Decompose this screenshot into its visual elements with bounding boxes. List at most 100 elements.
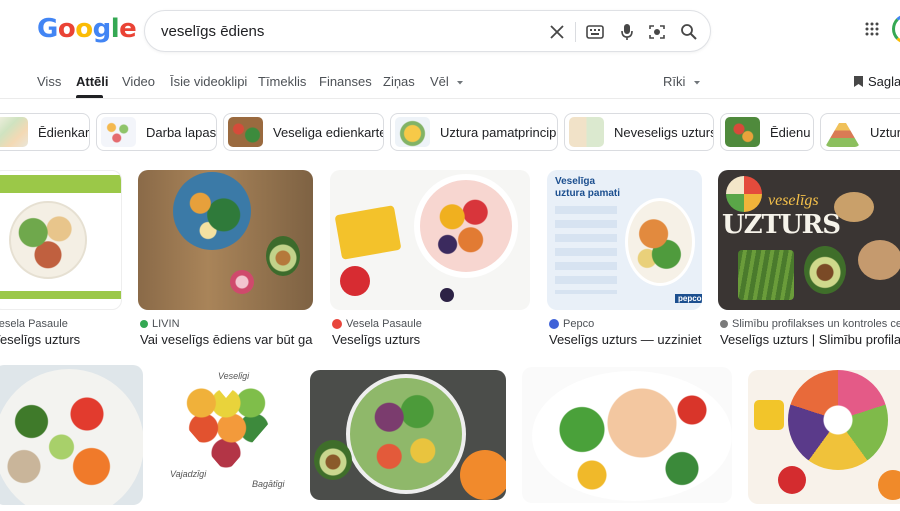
orange-illustration [878, 470, 900, 500]
saved-label: Saglab [868, 74, 900, 89]
chip-darba-lapas[interactable]: Darba lapas [96, 113, 217, 151]
chip-label: Veseliga edienkarte [273, 124, 384, 140]
google-images-results-page: Google veselīgs ēdiens Viss Attēli Video [0, 0, 900, 511]
salad-bowl-illustration [346, 374, 466, 494]
result-image[interactable] [748, 370, 900, 504]
chip-thumbnail [228, 117, 263, 147]
chip-label: Neveseligs uzturs [614, 124, 714, 140]
logo-letter: G [37, 14, 58, 44]
veggie-wheel-illustration [726, 176, 762, 212]
search-icon[interactable] [679, 22, 699, 42]
result-image[interactable] [138, 170, 313, 310]
chip-thumbnail [395, 117, 430, 147]
source-name: Slimību profilakses un kontroles centrs [732, 318, 900, 330]
search-divider [575, 22, 576, 42]
microphone-icon[interactable] [617, 22, 637, 42]
tab-finance[interactable]: Finanses [319, 74, 372, 89]
source-favicon [720, 320, 728, 328]
apps-grid-icon[interactable] [865, 22, 879, 41]
result-image[interactable] [0, 365, 143, 505]
bowl-illustration [0, 369, 143, 505]
keyboard-icon[interactable] [585, 22, 605, 42]
chip-label: Uztura [870, 124, 900, 140]
chip-thumbnail [0, 117, 28, 147]
source-favicon [140, 320, 148, 328]
image-brand: pepco [675, 294, 702, 303]
search-input[interactable]: veselīgs ēdiens [161, 23, 264, 40]
clear-icon[interactable] [547, 22, 567, 42]
caret-down-icon [457, 81, 464, 85]
tools-label: Rīki [663, 74, 686, 89]
logo-letter: o [75, 14, 93, 44]
account-avatar[interactable] [892, 14, 900, 44]
nuts-bowl-illustration [834, 192, 874, 222]
result-source[interactable]: Vesela Pasaule [332, 318, 422, 330]
image-heading: Veselīga uztura pamati [555, 176, 621, 199]
chip-neveseligs-uzturs[interactable]: Neveseligs uzturs [564, 113, 714, 151]
result-source[interactable]: Pepco [549, 318, 594, 330]
chip-edienu[interactable]: Ēdienu [720, 113, 814, 151]
logo-letter: o [57, 14, 76, 44]
chip-uztura-pamatprincipi[interactable]: Uztura pamatprincipi [390, 113, 558, 151]
result-title[interactable]: Veselīgs uzturs | Slimību profilakses [720, 332, 900, 347]
result-title[interactable]: Veselīgs uzturs [332, 332, 528, 347]
result-image[interactable] [330, 170, 530, 310]
avocado-illustration [804, 246, 846, 294]
tab-web[interactable]: Tīmeklis [258, 74, 306, 89]
chip-label: Ēdienkarte [38, 124, 90, 140]
citrus-illustration [460, 450, 506, 500]
result-title[interactable]: Veselīgs uzturs [0, 332, 122, 347]
chip-veseliga-edienkarte[interactable]: Veseliga edienkarte [223, 113, 384, 151]
heart-label-left: Vajadzīgi [170, 469, 207, 479]
saved-button[interactable]: Saglab [853, 74, 900, 89]
tools-button[interactable]: Rīki [663, 74, 701, 89]
chip-label: Uztura pamatprincipi [440, 124, 558, 140]
smoothie-bowl-illustration [788, 370, 888, 470]
tab-images[interactable]: Attēli [76, 74, 109, 89]
result-image[interactable] [310, 370, 506, 500]
source-name: LIVIN [152, 318, 180, 330]
heart-label-top: Veselīgi [218, 371, 250, 381]
tab-more-label: Vēl [430, 74, 449, 89]
chip-label: Ēdienu [770, 124, 811, 140]
asparagus-illustration [738, 250, 794, 300]
camera-lens-icon[interactable] [647, 22, 667, 42]
berry-illustration [440, 288, 454, 302]
chip-edienkarte[interactable]: Ēdienkarte [0, 113, 90, 151]
logo-letter: e [119, 14, 137, 44]
avocado-illustration [314, 440, 352, 480]
tab-news[interactable]: Ziņas [383, 74, 415, 89]
plate-illustration [625, 198, 695, 286]
strawberry-illustration [778, 466, 806, 494]
image-text-lines [555, 206, 617, 294]
chip-thumbnail [101, 117, 136, 147]
tab-more[interactable]: Vēl [430, 74, 464, 89]
strawberry-illustration [340, 266, 370, 296]
result-source[interactable]: LIVIN [140, 318, 180, 330]
image-header-bar [0, 175, 121, 193]
result-image[interactable] [0, 170, 122, 310]
plate-illustration [9, 201, 87, 279]
result-source[interactable]: Slimību profilakses un kontroles centrs [720, 318, 900, 330]
result-image[interactable]: veselīgs UZTURS [718, 170, 900, 310]
result-title[interactable]: Vai veselīgs ēdiens var būt gar... [140, 332, 313, 347]
source-name: Vesela Pasaule [0, 318, 68, 330]
result-source[interactable]: Vesela Pasaule [0, 318, 68, 330]
logo-letter: l [110, 14, 120, 44]
image-footer-bar [0, 291, 121, 299]
chip-label: Darba lapas [146, 124, 217, 140]
logo-letter: g [92, 14, 112, 44]
result-image[interactable]: Veselīgi Vajadzīgi Bagātīgi [160, 365, 293, 505]
google-logo[interactable]: Google [37, 14, 137, 44]
image-big-title: UZTURS [722, 210, 841, 240]
search-box[interactable]: veselīgs ēdiens [144, 10, 711, 52]
result-image[interactable] [522, 367, 732, 503]
tab-videos[interactable]: Video [122, 74, 155, 89]
chip-uztura[interactable]: Uztura [820, 113, 900, 151]
tab-all[interactable]: Viss [37, 74, 61, 89]
mango-illustration [334, 205, 402, 260]
tab-short-videos[interactable]: Īsie videoklipi [170, 74, 247, 89]
result-title[interactable]: Veselīgs uzturs — uzziniet ... [549, 332, 702, 347]
result-image[interactable]: Veselīga uztura pamati pepco [547, 170, 702, 310]
source-favicon [332, 319, 342, 329]
